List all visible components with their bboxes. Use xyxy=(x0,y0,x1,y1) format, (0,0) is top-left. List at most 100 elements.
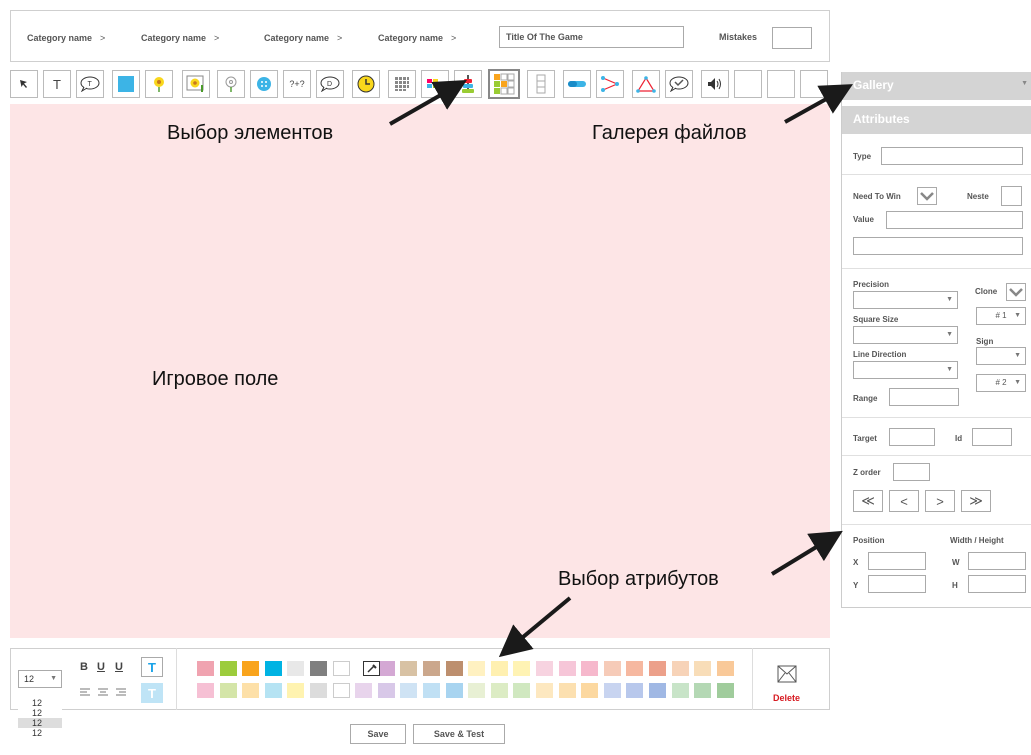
select-pointer-tool[interactable] xyxy=(10,70,38,98)
color-swatch[interactable] xyxy=(287,661,305,676)
eyedropper-icon[interactable] xyxy=(363,661,380,676)
save-button[interactable]: Save xyxy=(350,724,406,744)
bring-forward-button[interactable]: > xyxy=(925,490,955,512)
table-grid-tool[interactable] xyxy=(488,69,520,99)
color-swatch[interactable] xyxy=(581,683,599,698)
color-swatch[interactable] xyxy=(355,683,373,698)
color-swatch[interactable] xyxy=(716,683,734,698)
image-flower-frame-tool[interactable] xyxy=(182,70,210,98)
color-swatch[interactable] xyxy=(197,683,214,698)
bring-to-front-button[interactable]: ≫ xyxy=(961,490,991,512)
save-and-test-button[interactable]: Save & Test xyxy=(413,724,505,744)
clone-toggle[interactable] xyxy=(1006,283,1026,301)
question-tool[interactable]: ?+? xyxy=(283,70,311,98)
check-bubble-tool[interactable] xyxy=(665,70,693,98)
send-backward-button[interactable]: < xyxy=(889,490,919,512)
color-swatch[interactable] xyxy=(445,683,463,698)
triangle-tool[interactable] xyxy=(632,70,660,98)
image-flower-tool[interactable] xyxy=(145,70,173,98)
underline-button[interactable]: U xyxy=(97,661,105,673)
color-swatch[interactable] xyxy=(400,661,418,676)
precision-select[interactable]: ▼ xyxy=(853,291,958,309)
color-swatch[interactable] xyxy=(626,683,644,698)
color-swatch[interactable] xyxy=(468,661,486,676)
breadcrumb-category-3[interactable]: Category name > xyxy=(264,33,342,43)
square-size-select[interactable]: ▼ xyxy=(853,326,958,344)
color-swatch[interactable] xyxy=(603,683,621,698)
id-input[interactable] xyxy=(972,428,1012,446)
mistakes-input[interactable] xyxy=(772,27,812,49)
color-swatch[interactable] xyxy=(242,683,260,698)
color-swatch[interactable] xyxy=(694,661,712,676)
align-left-icon[interactable] xyxy=(79,687,91,697)
target-input[interactable] xyxy=(889,428,935,446)
font-size-option[interactable]: 12 xyxy=(18,728,62,738)
range-input[interactable] xyxy=(889,388,959,406)
type-input[interactable] xyxy=(881,147,1023,165)
line-direction-select[interactable]: ▼ xyxy=(853,361,958,379)
button-tool[interactable] xyxy=(250,70,278,98)
color-swatch[interactable] xyxy=(513,683,531,698)
color-swatch[interactable] xyxy=(423,683,440,698)
color-swatch[interactable] xyxy=(332,661,350,676)
z-order-input[interactable] xyxy=(893,463,930,481)
color-swatch[interactable] xyxy=(287,683,305,698)
color-swatch[interactable] xyxy=(332,683,350,698)
breadcrumb-category-1[interactable]: Category name > xyxy=(27,33,105,43)
breadcrumb-category-4[interactable]: Category name > xyxy=(378,33,456,43)
game-title-input[interactable]: Title Of The Game xyxy=(499,26,684,48)
color-swatch[interactable] xyxy=(242,661,260,676)
color-swatch[interactable] xyxy=(558,661,576,676)
color-swatch[interactable] xyxy=(445,661,463,676)
color-swatch[interactable] xyxy=(400,683,418,698)
color-swatch[interactable] xyxy=(671,661,689,676)
color-swatch[interactable] xyxy=(536,683,553,698)
value-input[interactable] xyxy=(886,211,1023,229)
color-swatch[interactable] xyxy=(513,661,531,676)
timer-tool[interactable] xyxy=(352,70,380,98)
color-swatch[interactable] xyxy=(423,661,440,676)
stack-tool[interactable] xyxy=(454,70,482,98)
delete-envelope-icon[interactable] xyxy=(777,665,797,683)
color-swatch[interactable] xyxy=(264,661,282,676)
rectangle-tool[interactable] xyxy=(112,70,140,98)
position-x-input[interactable] xyxy=(868,552,926,570)
color-swatch[interactable] xyxy=(197,661,214,676)
slider-tool[interactable] xyxy=(563,70,591,98)
color-swatch[interactable] xyxy=(264,683,282,698)
delete-button[interactable]: Delete xyxy=(773,693,800,703)
double-underline-button[interactable]: U xyxy=(115,661,123,673)
color-swatch[interactable] xyxy=(490,683,508,698)
color-swatch[interactable] xyxy=(377,683,395,698)
connector-tool[interactable] xyxy=(596,70,624,98)
breadcrumb-category-2[interactable]: Category name > xyxy=(141,33,219,43)
value-extra-input[interactable] xyxy=(853,237,1023,255)
font-size-option[interactable]: 12 xyxy=(18,698,62,708)
color-swatch[interactable] xyxy=(649,683,666,698)
empty-tool-slot-1[interactable] xyxy=(734,70,762,98)
color-swatch[interactable] xyxy=(468,683,486,698)
align-right-icon[interactable] xyxy=(115,687,127,697)
color-swatch[interactable] xyxy=(377,661,395,676)
image-flower-outline-tool[interactable] xyxy=(217,70,245,98)
bold-button[interactable]: B xyxy=(80,661,88,673)
dialog-bubble-tool[interactable]: D xyxy=(316,70,344,98)
grid-tool[interactable] xyxy=(388,70,416,98)
color-swatch[interactable] xyxy=(219,661,237,676)
text-background-button[interactable]: T xyxy=(141,683,163,703)
color-swatch[interactable] xyxy=(490,661,508,676)
empty-tool-slot-3[interactable] xyxy=(800,70,828,98)
need-to-win-toggle[interactable] xyxy=(917,187,937,205)
color-swatch[interactable] xyxy=(219,683,237,698)
text-color-button[interactable]: T xyxy=(141,657,163,677)
position-y-input[interactable] xyxy=(868,575,926,593)
gallery-header[interactable]: Gallery ▼ xyxy=(842,72,1031,100)
color-swatch[interactable] xyxy=(671,683,689,698)
color-swatch[interactable] xyxy=(310,683,327,698)
align-center-icon[interactable] xyxy=(97,687,109,697)
neste-input[interactable] xyxy=(1001,186,1022,206)
sign-select[interactable]: ▼ xyxy=(976,347,1026,365)
color-blocks-tool[interactable] xyxy=(421,70,449,98)
clone-select-2[interactable]: # 2 ▼ xyxy=(976,374,1026,392)
clone-select-1[interactable]: # 1 ▼ xyxy=(976,307,1026,325)
